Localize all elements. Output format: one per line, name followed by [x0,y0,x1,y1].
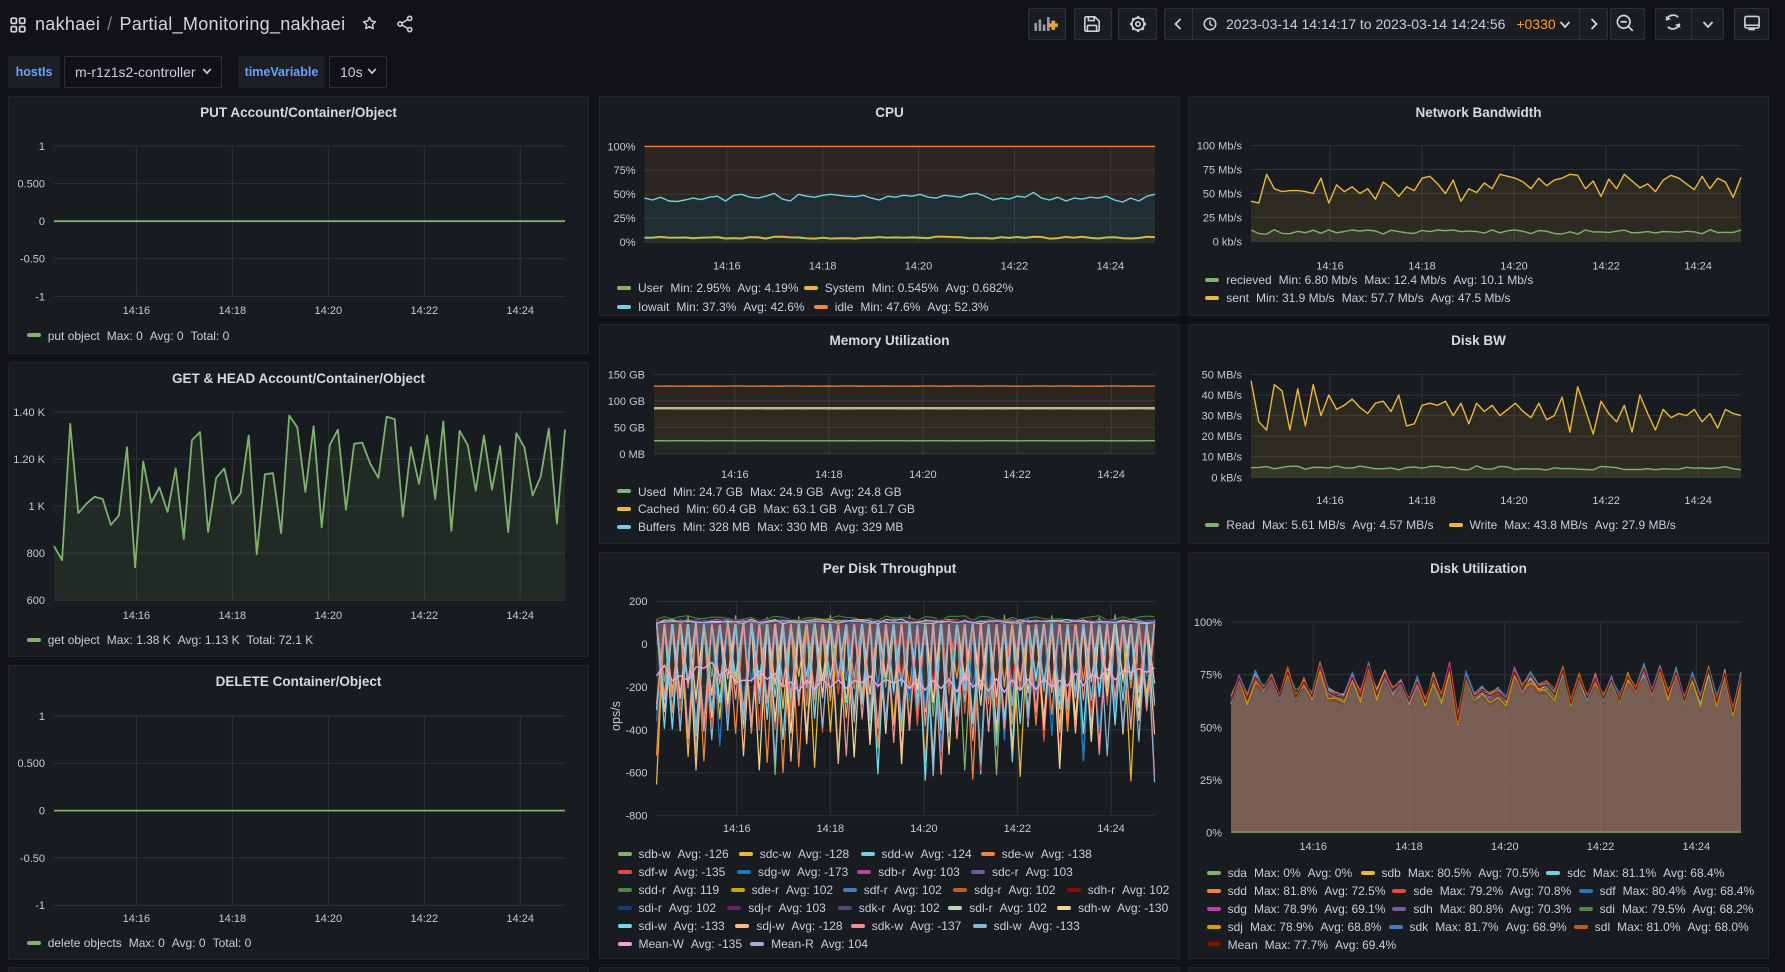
svg-text:14:24: 14:24 [1097,261,1125,273]
svg-text:-1: -1 [35,291,45,303]
svg-text:30 MB/s: 30 MB/s [1202,411,1243,423]
svg-text:14:18: 14:18 [809,261,837,273]
svg-text:1: 1 [39,141,45,153]
svg-text:0: 0 [39,806,45,818]
svg-text:14:16: 14:16 [1316,495,1344,507]
svg-text:14:16: 14:16 [123,305,151,317]
svg-text:14:22: 14:22 [1004,823,1032,835]
svg-text:0: 0 [39,216,45,228]
svg-text:50 GB: 50 GB [614,422,645,434]
svg-text:200: 200 [629,596,647,608]
svg-text:0 kb/s: 0 kb/s [1213,236,1243,248]
svg-text:0 kB/s: 0 kB/s [1211,472,1242,484]
svg-text:14:24: 14:24 [1684,261,1712,273]
svg-text:14:18: 14:18 [219,913,247,925]
svg-text:0: 0 [641,639,647,651]
svg-text:800: 800 [27,548,45,560]
svg-text:14:18: 14:18 [1408,495,1436,507]
svg-text:14:22: 14:22 [411,913,439,925]
svg-text:14:24: 14:24 [1097,823,1125,835]
svg-text:50 Mb/s: 50 Mb/s [1203,188,1243,200]
svg-text:14:18: 14:18 [815,469,843,481]
svg-text:10 MB/s: 10 MB/s [1202,452,1243,464]
svg-text:14:20: 14:20 [910,823,938,835]
svg-text:40 MB/s: 40 MB/s [1202,390,1243,402]
svg-text:ops/s: ops/s [609,701,623,731]
svg-text:25%: 25% [1200,775,1222,787]
svg-text:-0.50: -0.50 [20,853,45,865]
svg-text:14:20: 14:20 [315,913,343,925]
svg-text:14:24: 14:24 [506,913,534,925]
svg-text:14:16: 14:16 [713,261,741,273]
svg-text:75 Mb/s: 75 Mb/s [1203,164,1243,176]
svg-text:14:24: 14:24 [1097,469,1125,481]
svg-text:-400: -400 [625,725,647,737]
svg-text:100%: 100% [607,141,635,153]
svg-text:-600: -600 [625,768,647,780]
svg-text:1 K: 1 K [28,501,45,513]
svg-text:14:18: 14:18 [219,610,247,622]
svg-text:14:22: 14:22 [1001,261,1029,273]
svg-text:1: 1 [39,711,45,723]
svg-text:14:22: 14:22 [1592,261,1620,273]
svg-text:14:20: 14:20 [909,469,937,481]
svg-text:14:20: 14:20 [315,305,343,317]
svg-text:-800: -800 [625,811,647,823]
svg-text:75%: 75% [613,165,635,177]
svg-text:0.500: 0.500 [17,179,45,191]
svg-text:14:16: 14:16 [123,913,151,925]
svg-text:14:20: 14:20 [1491,841,1519,853]
svg-text:14:20: 14:20 [905,261,933,273]
svg-text:0%: 0% [620,237,636,249]
svg-text:14:24: 14:24 [1684,495,1712,507]
svg-text:14:16: 14:16 [123,610,151,622]
svg-text:-1: -1 [35,900,45,912]
svg-text:14:22: 14:22 [1592,495,1620,507]
svg-text:14:24: 14:24 [506,305,534,317]
svg-text:1.40 K: 1.40 K [13,407,45,419]
svg-text:0%: 0% [1206,828,1222,840]
svg-text:14:22: 14:22 [411,610,439,622]
svg-text:600: 600 [27,595,45,607]
svg-text:75%: 75% [1200,670,1222,682]
svg-text:14:18: 14:18 [1395,841,1423,853]
svg-text:14:22: 14:22 [411,305,439,317]
svg-text:-200: -200 [625,682,647,694]
svg-text:14:16: 14:16 [723,823,751,835]
svg-text:0 MB: 0 MB [619,449,645,461]
svg-text:14:22: 14:22 [1003,469,1031,481]
svg-text:25 Mb/s: 25 Mb/s [1203,212,1243,224]
svg-text:14:18: 14:18 [219,305,247,317]
svg-text:14:24: 14:24 [1683,841,1711,853]
svg-text:14:16: 14:16 [721,469,749,481]
svg-text:14:24: 14:24 [506,610,534,622]
svg-text:0.500: 0.500 [17,758,45,770]
svg-text:150 GB: 150 GB [608,369,645,381]
svg-text:14:20: 14:20 [1500,495,1528,507]
svg-text:50%: 50% [1200,722,1222,734]
svg-text:50%: 50% [613,189,635,201]
svg-text:100 GB: 100 GB [608,396,645,408]
svg-text:1.20 K: 1.20 K [13,454,45,466]
svg-text:14:18: 14:18 [817,823,845,835]
svg-text:14:16: 14:16 [1299,841,1327,853]
svg-text:100%: 100% [1194,617,1222,629]
svg-text:20 MB/s: 20 MB/s [1202,431,1243,443]
svg-text:-0.50: -0.50 [20,254,45,266]
svg-text:14:22: 14:22 [1587,841,1615,853]
svg-text:100 Mb/s: 100 Mb/s [1197,141,1243,153]
svg-text:25%: 25% [613,213,635,225]
svg-text:14:20: 14:20 [315,610,343,622]
svg-text:50 MB/s: 50 MB/s [1202,369,1243,381]
